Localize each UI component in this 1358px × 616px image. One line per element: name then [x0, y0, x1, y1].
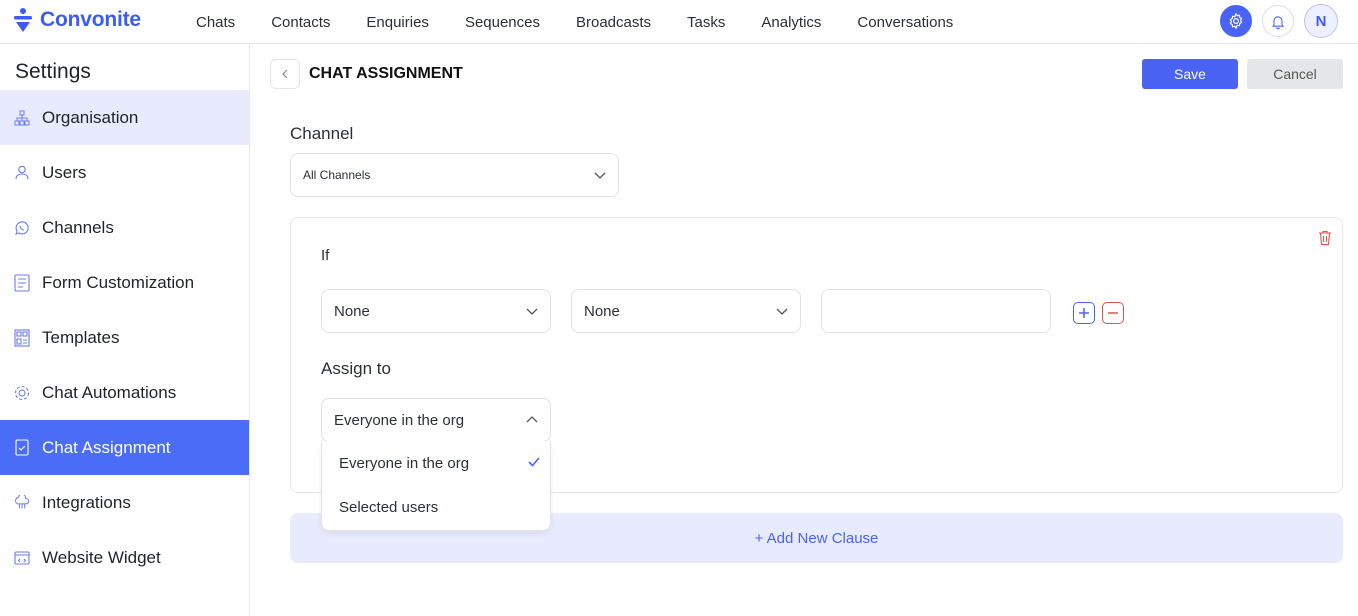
sidebar-item-label: Chat Automations [42, 382, 177, 402]
gear-icon [1229, 12, 1243, 30]
main-content: CHAT ASSIGNMENT Save Cancel Channel All … [250, 44, 1358, 616]
option-label: Selected users [339, 498, 439, 516]
header-actions: N [1220, 4, 1338, 38]
sidebar-title: Settings [15, 60, 91, 83]
sidebar-item-label: Chat Assignment [42, 437, 171, 457]
condition-operator-select[interactable]: None [571, 289, 801, 333]
sidebar-item-chat-automations[interactable]: Chat Automations [0, 365, 249, 420]
condition-field-select[interactable]: None [321, 289, 551, 333]
channel-select-value: All Channels [303, 168, 371, 182]
org-chart-icon [14, 109, 30, 127]
nav-tasks[interactable]: Tasks [687, 14, 725, 31]
condition-value-input[interactable] [821, 289, 1051, 333]
sidebar-list: Organisation Users Channels Form Customi… [0, 90, 249, 585]
sidebar-item-chat-assignment[interactable]: Chat Assignment [0, 420, 249, 475]
assignment-icon [14, 439, 30, 457]
form-icon [14, 273, 30, 292]
sidebar-item-organisation[interactable]: Organisation [0, 90, 249, 145]
sidebar-item-integrations[interactable]: Integrations [0, 475, 249, 530]
sidebar-item-channels[interactable]: Channels [0, 200, 249, 255]
nav-enquiries[interactable]: Enquiries [366, 14, 429, 31]
nav-broadcasts[interactable]: Broadcasts [576, 14, 651, 31]
sidebar-item-label: Form Customization [42, 272, 195, 292]
checkmark-icon [528, 457, 540, 467]
nav-conversations[interactable]: Conversations [857, 14, 953, 31]
brand-logo[interactable]: Convonite [12, 6, 141, 34]
back-button[interactable] [270, 59, 300, 89]
sidebar-item-form-customization[interactable]: Form Customization [0, 255, 249, 310]
sidebar-item-label: Channels [42, 217, 114, 237]
chevron-left-icon [282, 69, 288, 79]
channel-label: Channel [290, 124, 354, 143]
template-icon [14, 328, 30, 347]
trash-icon[interactable] [1318, 230, 1332, 246]
sidebar-item-label: Integrations [42, 492, 131, 512]
chevron-up-icon [526, 416, 538, 423]
nav-contacts[interactable]: Contacts [271, 14, 330, 31]
chevron-down-icon [594, 172, 606, 179]
widget-icon [14, 549, 30, 567]
condition-operator-value: None [584, 302, 620, 320]
nav-chats[interactable]: Chats [196, 14, 235, 31]
sidebar-item-templates[interactable]: Templates [0, 310, 249, 365]
assign-to-label: Assign to [321, 359, 391, 378]
bell-icon [1271, 15, 1285, 29]
notifications-button[interactable] [1262, 5, 1294, 37]
settings-button[interactable] [1220, 5, 1252, 37]
condition-field-value: None [334, 302, 370, 320]
nav-sequences[interactable]: Sequences [465, 14, 540, 31]
assign-to-dropdown-menu: Everyone in the org Selected users [321, 441, 551, 531]
top-navbar: Convonite Chats Contacts Enquiries Seque… [0, 0, 1358, 44]
add-condition-button[interactable] [1073, 302, 1095, 324]
minus-icon [1108, 312, 1118, 314]
cancel-button[interactable]: Cancel [1247, 59, 1343, 89]
chevron-down-icon [776, 308, 788, 315]
avatar[interactable]: N [1304, 4, 1338, 38]
if-label: If [321, 247, 330, 264]
assign-to-value: Everyone in the org [334, 411, 465, 429]
logo-icon [14, 8, 32, 32]
brand-name: Convonite [40, 8, 141, 31]
user-icon [14, 164, 30, 182]
plus-icon [1079, 308, 1089, 318]
main-nav: Chats Contacts Enquiries Sequences Broad… [196, 0, 989, 44]
save-button[interactable]: Save [1142, 59, 1238, 89]
sidebar-item-label: Templates [42, 327, 120, 347]
sidebar-item-website-widget[interactable]: Website Widget [0, 530, 249, 585]
assign-to-select[interactable]: Everyone in the org [321, 398, 551, 442]
whatsapp-icon [14, 219, 30, 237]
sidebar-item-label: Organisation [42, 107, 139, 127]
sidebar-item-label: Users [42, 162, 87, 182]
sidebar-item-users[interactable]: Users [0, 145, 249, 200]
automation-icon [14, 384, 30, 402]
channel-select[interactable]: All Channels [290, 153, 619, 197]
settings-sidebar: Settings Organisation Users Channels For… [0, 44, 250, 616]
option-label: Everyone in the org [339, 454, 470, 472]
dropdown-option-everyone[interactable]: Everyone in the org [322, 441, 550, 485]
dropdown-option-selected-users[interactable]: Selected users [322, 485, 550, 529]
page-title: CHAT ASSIGNMENT [309, 65, 463, 82]
sidebar-item-label: Website Widget [42, 547, 161, 567]
integrations-icon [14, 494, 30, 512]
nav-analytics[interactable]: Analytics [761, 14, 821, 31]
remove-condition-button[interactable] [1102, 302, 1124, 324]
chevron-down-icon [526, 308, 538, 315]
